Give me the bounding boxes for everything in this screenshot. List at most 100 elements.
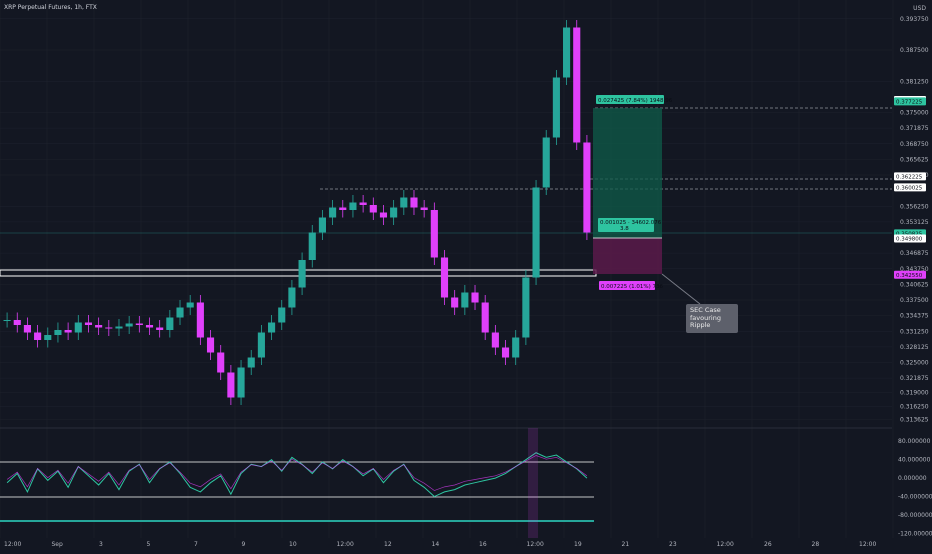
candle (278, 300, 286, 330)
candle (196, 295, 204, 345)
chart-stage[interactable]: 0.393750 0.387500 0.381250 0.375000 0.371875… (0, 0, 932, 550)
candle-body (430, 210, 438, 258)
price-tick: 0.371875 (900, 125, 929, 132)
symbol-legend[interactable]: XRP Perpetual Futures, 1h, FTX (4, 4, 97, 11)
candle-body (298, 260, 306, 288)
candle-body (481, 302, 489, 333)
price-tick: 0.356250 (900, 203, 929, 210)
time-tick: 9 (242, 541, 246, 548)
candle-body (288, 287, 296, 308)
price-tick: 0.331250 (900, 328, 929, 335)
candle-body (501, 347, 510, 358)
price-tick: 0.393750 (900, 16, 929, 23)
candle-body (125, 323, 133, 327)
time-tick: 16 (479, 541, 487, 548)
candle (54, 322, 62, 343)
candle-body (339, 207, 347, 210)
osc-tick: -120.000000 (898, 530, 932, 537)
support-zone[interactable] (0, 269, 597, 277)
price-tag: 0.362225 (894, 172, 926, 181)
candle (44, 327, 52, 348)
candle (532, 180, 540, 285)
candle (217, 345, 225, 380)
candle (430, 202, 438, 265)
candle-body (115, 326, 123, 329)
price-tick: 0.325000 (900, 360, 929, 367)
candle (176, 300, 184, 325)
candle (583, 135, 591, 240)
target-label: 0.027425 (7.84%) 1948.96 (596, 95, 673, 104)
candle-body (105, 327, 113, 329)
oscillator-pane (0, 428, 594, 538)
entry-label: 0.001025 · 34602.076 3.8 (598, 218, 662, 232)
candle-body (471, 292, 479, 303)
candle-body (359, 202, 367, 205)
time-tick: 7 (194, 541, 198, 548)
candle (451, 290, 459, 315)
candle-body (34, 332, 42, 340)
price-tag-text: 0.377225 (896, 99, 923, 105)
candle-body (379, 212, 388, 218)
price-tick: 0.381250 (900, 78, 929, 85)
candle-body (512, 337, 520, 358)
time-axis[interactable]: 12:00 Sep 3 5 7 9 10 12:00 12 14 16 12:00 19 21 23 12:0… (4, 541, 876, 548)
candle (186, 295, 194, 315)
candle-body (206, 337, 215, 353)
candle-body (451, 297, 459, 308)
candle (491, 325, 499, 355)
candle (318, 210, 326, 240)
price-axis[interactable]: 0.393750 0.387500 0.381250 0.375000 0.371875… (900, 16, 929, 424)
candle-body (95, 325, 103, 328)
candle (501, 340, 510, 365)
candle-body (54, 330, 62, 335)
candle-body (23, 325, 31, 333)
candle (471, 285, 479, 310)
time-tick: 12:00 (4, 541, 21, 548)
candle-body (308, 232, 316, 260)
price-tag-text: 0.342550 (896, 273, 923, 279)
highlight-band (528, 428, 538, 538)
candle-body (13, 320, 21, 325)
candle (3, 312, 11, 328)
candle-body (227, 372, 235, 398)
time-tick: 12:00 (527, 541, 544, 548)
candle-body (522, 277, 530, 338)
oscillator-axis[interactable]: 80.000000 40.000000 0.000000 -40.000000 -80.… (898, 438, 932, 537)
time-tick: 12:00 (717, 541, 734, 548)
candle-body (135, 323, 143, 325)
candle-body (84, 322, 93, 325)
candle (308, 225, 316, 268)
candle (390, 200, 398, 225)
price-tag: 0.360025 (894, 183, 926, 192)
note-callout[interactable]: SEC Case favouring Ripple (686, 304, 738, 333)
candle (288, 280, 296, 315)
price-tick: 0.334375 (900, 313, 929, 320)
price-tag-text: 0.349800 (896, 237, 923, 243)
candle (135, 316, 143, 333)
candle-body (440, 257, 449, 298)
osc-tick: 0.000000 (898, 475, 927, 482)
candle-body (247, 357, 255, 368)
candle (74, 315, 82, 340)
candle-body (3, 320, 11, 321)
target-label-text: 0.027425 (7.84%) 1948.96 (598, 98, 673, 104)
price-tag-text: 0.362225 (896, 174, 923, 180)
price-chart[interactable]: 0.393750 0.387500 0.381250 0.375000 0.371875… (0, 0, 932, 550)
candle (563, 20, 571, 85)
candles (3, 20, 591, 405)
candle (206, 330, 215, 360)
candle-body (268, 322, 276, 333)
candle (145, 317, 154, 335)
price-tick: 0.368750 (900, 141, 929, 148)
candle (359, 195, 367, 213)
candle (410, 190, 418, 215)
candle-body (420, 207, 428, 210)
currency-label[interactable]: USD (913, 5, 926, 12)
candle (247, 350, 255, 375)
price-tick: 0.316250 (900, 403, 929, 410)
osc-tick: -40.000000 (898, 494, 932, 501)
stop-zone[interactable] (593, 238, 662, 274)
time-tick: 12:00 (337, 541, 354, 548)
candle-body (573, 27, 581, 143)
candle-body (532, 187, 540, 278)
